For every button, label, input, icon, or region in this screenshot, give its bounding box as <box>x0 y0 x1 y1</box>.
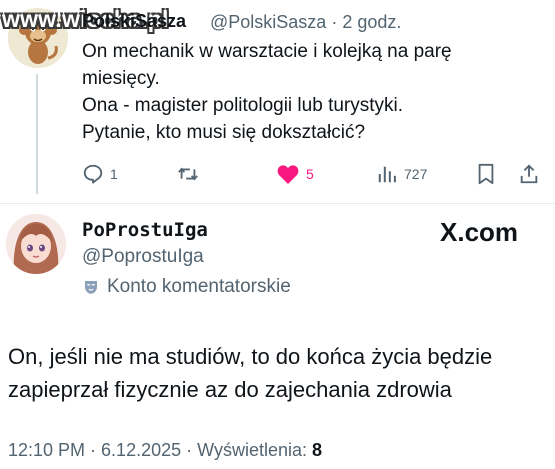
meta-separator: · <box>331 12 338 32</box>
reply-count: 1 <box>110 166 118 182</box>
tweet-meta: @PolskiSasza · 2 godz. <box>210 12 401 33</box>
reply-icon <box>83 164 103 184</box>
reply-footer: 12:10 PM · 6.12.2025 · Wyświetlenia: 8 <box>8 440 322 461</box>
footer-date[interactable]: 6.12.2025 <box>101 440 181 460</box>
tweet-text: On mechanik w warsztacie i kolejką na pa… <box>82 38 542 146</box>
reply-author-name[interactable]: PoProstuIga <box>82 219 208 241</box>
anime-avatar-icon <box>6 214 66 274</box>
reply-author-handle[interactable]: @PoprostuIga <box>82 246 204 268</box>
reply-button[interactable]: 1 <box>82 161 118 187</box>
x-com-logo: X.com <box>440 217 519 247</box>
retweet-icon <box>178 167 198 181</box>
like-count: 5 <box>306 166 314 182</box>
thread-line <box>36 74 38 194</box>
tweet-time[interactable]: 2 godz. <box>342 12 401 32</box>
account-type: Konto komentatorskie <box>82 276 291 298</box>
tweet-line: Pytanie, kto musi się dokształcić? <box>82 122 366 143</box>
views-chart-icon <box>378 166 396 183</box>
reply-text: On, jeśli nie ma studiów, to do końca ży… <box>8 340 553 406</box>
footer-time[interactable]: 12:10 PM <box>8 440 85 460</box>
reply-line: On, jeśli nie ma studiów, to do końca ży… <box>8 344 493 369</box>
views-button[interactable]: 727 <box>376 161 427 187</box>
avatar[interactable] <box>6 214 66 274</box>
views-label: Wyświetlenia: <box>197 440 312 460</box>
bookmark-icon <box>478 163 494 185</box>
retweet-button[interactable] <box>176 161 206 187</box>
share-button[interactable] <box>518 161 540 187</box>
footer-separator: · <box>85 440 102 460</box>
author-handle[interactable]: @PolskiSasza <box>210 12 326 32</box>
share-icon <box>520 164 538 184</box>
reply-line: zapieprzał fizycznie az do zajechania zd… <box>8 377 452 402</box>
tweet-line: miesięcy. <box>82 68 160 89</box>
account-type-label: Konto komentatorskie <box>107 276 291 297</box>
author-name[interactable]: PolskiSasza <box>82 11 186 32</box>
commentator-mask-icon <box>85 281 97 294</box>
tweet-line: Ona - magister politologii lub turystyki… <box>82 95 404 116</box>
tweet-line: On mechanik w warsztacie i kolejką na pa… <box>82 41 452 62</box>
footer-separator: · <box>181 440 198 460</box>
like-button[interactable]: 5 <box>276 161 314 187</box>
views-count: 8 <box>312 440 323 460</box>
view-count: 727 <box>404 166 428 182</box>
divider <box>0 203 555 204</box>
bookmark-button[interactable] <box>476 161 496 187</box>
heart-filled-icon <box>277 165 299 184</box>
